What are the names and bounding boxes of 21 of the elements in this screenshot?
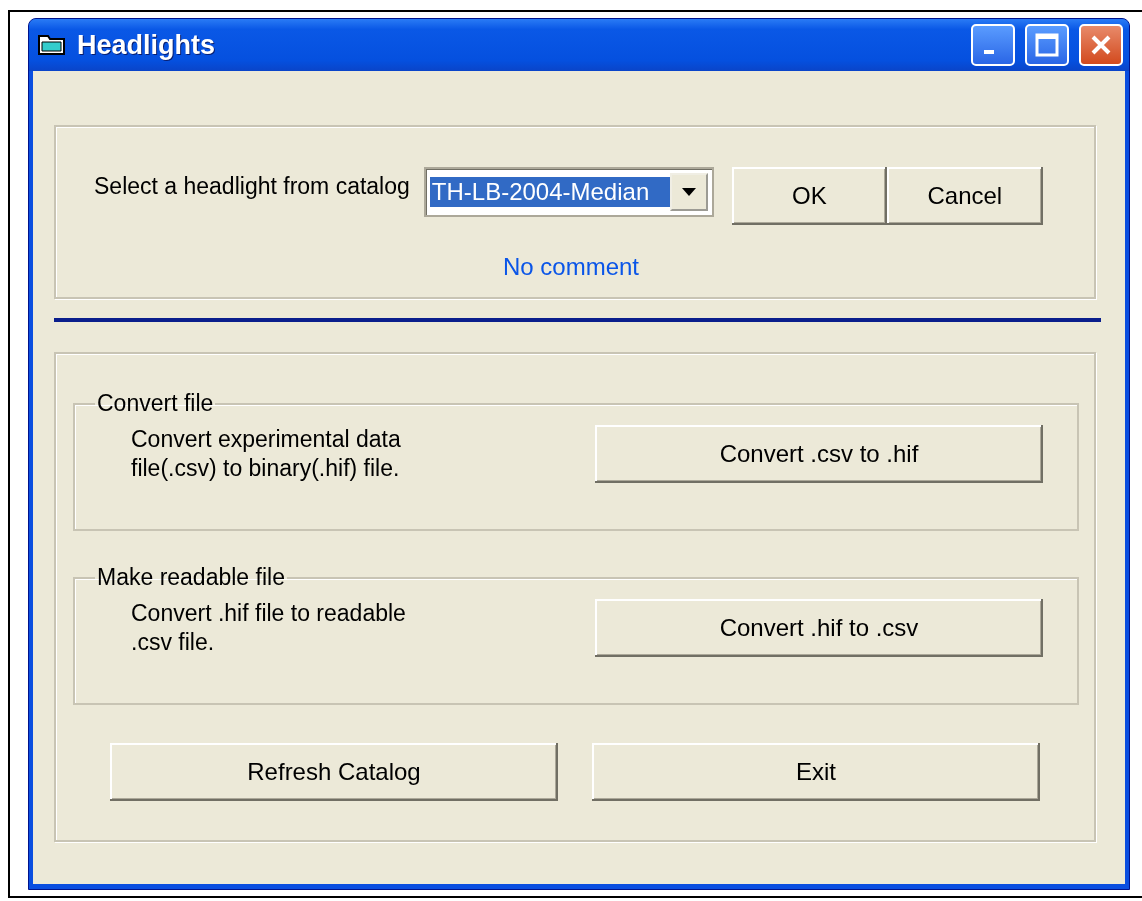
catalog-dropdown[interactable]: TH-LB-2004-Median — [423, 167, 714, 217]
maximize-icon — [1034, 32, 1060, 58]
cancel-button[interactable]: Cancel — [886, 167, 1043, 225]
group-title: Convert file — [96, 390, 215, 417]
refresh-button[interactable]: Refresh Catalog — [110, 743, 558, 801]
close-icon — [1089, 33, 1113, 57]
exit-button[interactable]: Exit — [592, 743, 1040, 801]
minimize-button[interactable] — [971, 24, 1015, 66]
group-title: Make readable file — [96, 564, 286, 591]
folder-icon — [37, 33, 67, 57]
window-title: Headlights — [77, 29, 217, 61]
catalog-label: Select a headlight from catalog — [94, 173, 410, 200]
close-button[interactable] — [1079, 24, 1123, 66]
group-description: Convert .hif file to readable .csv file. — [131, 599, 407, 657]
maximize-button[interactable] — [1025, 24, 1069, 66]
group-description: Convert experimental data file(.csv) to binary(.hif) file. — [131, 425, 402, 483]
ok-button[interactable]: OK — [731, 167, 887, 225]
convert-button[interactable]: Convert .hif to .csv — [595, 599, 1043, 657]
convert-button[interactable]: Convert .csv to .hif — [595, 425, 1043, 483]
comment-text: No comment — [502, 253, 639, 281]
minimize-icon — [984, 50, 994, 54]
